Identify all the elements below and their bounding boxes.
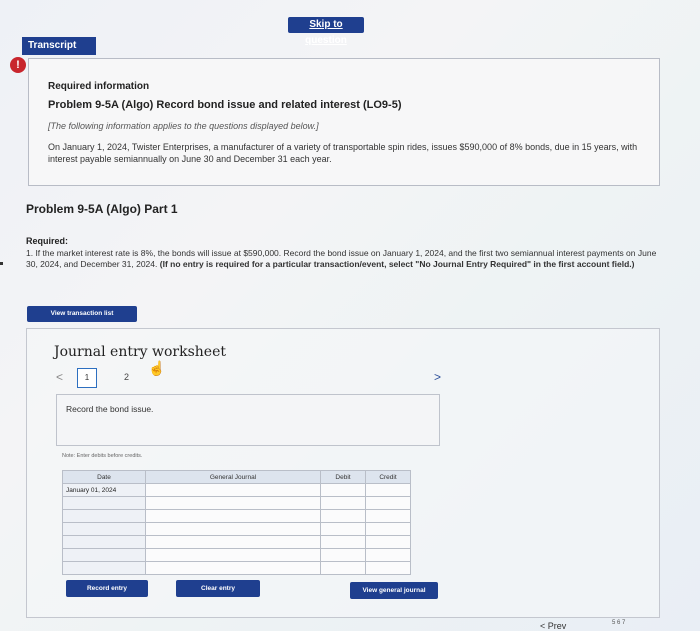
prev-label: Prev [547,621,567,631]
credit-cell[interactable] [365,561,411,575]
date-header: Date [62,470,146,484]
account-cell[interactable] [145,535,321,549]
account-cell[interactable] [145,496,321,510]
debit-cell[interactable] [320,561,366,575]
required-information-heading: Required information [48,81,150,92]
date-cell[interactable]: January 01, 2024 [62,483,146,497]
table-row [62,535,411,549]
credit-cell[interactable] [365,522,411,536]
table-row [62,561,411,575]
cursor-icon: ☝ [148,360,166,376]
general-journal-header: General Journal [145,470,321,484]
table-row [62,496,411,510]
debit-cell[interactable] [320,509,366,523]
transcript-button[interactable]: Transcript [22,37,96,55]
worksheet-title: Journal entry worksheet [54,344,227,360]
part-title: Problem 9-5A (Algo) Part 1 [26,202,178,216]
prev-button[interactable]: < Prev [540,621,590,631]
table-row: January 01, 2024 [62,483,411,497]
skip-to-question-link[interactable]: Skip to question [288,17,364,46]
credit-cell[interactable] [365,509,411,523]
date-cell[interactable] [62,496,146,510]
date-cell[interactable] [62,548,146,562]
credit-cell[interactable] [365,483,411,497]
view-transaction-list-button[interactable]: View transaction list [27,306,137,322]
required-label: Required: [26,236,69,246]
table-row [62,522,411,536]
edge-mark [0,262,3,265]
credit-cell[interactable] [365,496,411,510]
account-cell[interactable] [145,548,321,562]
debit-cell[interactable] [320,522,366,536]
chevron-left-icon: < [540,621,546,631]
instruction-text: Record the bond issue. [66,404,154,414]
required-bold-note: (If no entry is required for a particula… [159,259,635,269]
record-entry-button[interactable]: Record entry [66,580,148,597]
account-cell[interactable] [145,561,321,575]
problem-paragraph: On January 1, 2024, Twister Enterprises,… [48,142,638,164]
view-general-journal-button[interactable]: View general journal [350,582,438,599]
account-cell[interactable] [145,509,321,523]
applies-note: [The following information applies to th… [48,121,319,131]
debit-header: Debit [320,470,366,484]
instruction-box [56,394,440,446]
date-cell[interactable] [62,561,146,575]
table-row [62,509,411,523]
next-arrow-icon[interactable]: > [434,370,441,384]
credit-cell[interactable] [365,548,411,562]
debit-cell[interactable] [320,496,366,510]
page-2-tab[interactable]: 2 [124,372,129,382]
table-header-row: Date General Journal Debit Credit [62,470,411,484]
clear-entry-button[interactable]: Clear entry [176,580,260,597]
alert-icon: ! [10,57,26,73]
table-row [62,548,411,562]
date-cell[interactable] [62,509,146,523]
page-1-tab[interactable]: 1 [77,368,97,388]
account-cell[interactable] [145,522,321,536]
credit-cell[interactable] [365,535,411,549]
problem-title: Problem 9-5A (Algo) Record bond issue an… [48,99,402,111]
debit-cell[interactable] [320,548,366,562]
page-numbers[interactable]: 5 6 7 [612,620,625,626]
credit-header: Credit [365,470,411,484]
date-cell[interactable] [62,535,146,549]
debit-cell[interactable] [320,483,366,497]
required-text: 1. If the market interest rate is 8%, th… [26,248,666,270]
prev-arrow-icon[interactable]: < [56,370,63,384]
date-cell[interactable] [62,522,146,536]
account-cell[interactable] [145,483,321,497]
debit-cell[interactable] [320,535,366,549]
debit-credit-note: Note: Enter debits before credits. [62,453,143,459]
journal-table: Date General Journal Debit Credit Januar… [62,470,411,575]
